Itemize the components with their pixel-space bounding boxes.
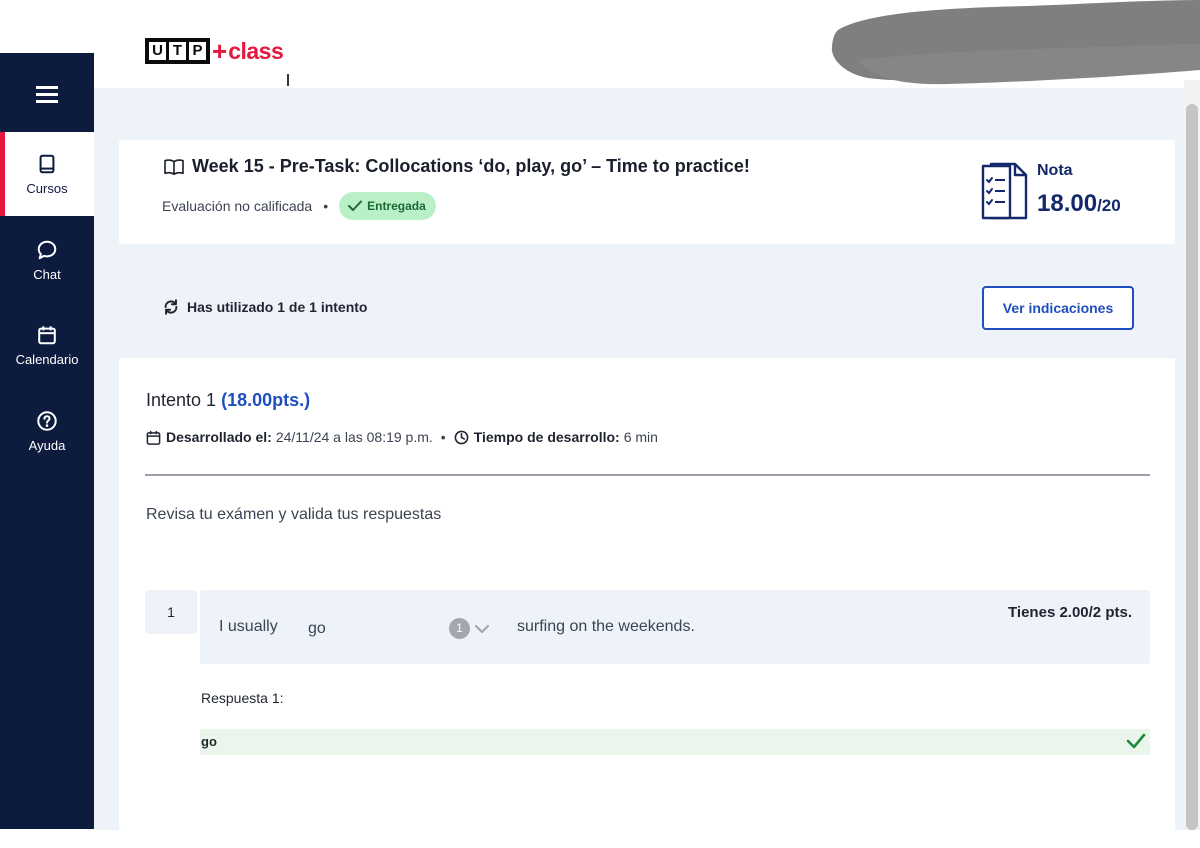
chevron-down-icon xyxy=(474,624,490,634)
help-circle-icon xyxy=(37,410,57,431)
sidebar-item-label: Chat xyxy=(33,266,61,282)
evaluation-type: Evaluación no calificada xyxy=(162,198,313,214)
scrollbar-thumb[interactable] xyxy=(1186,104,1198,830)
sidebar-item-label: Ayuda xyxy=(28,437,66,453)
open-book-icon xyxy=(164,158,184,175)
sidebar-item-cursos[interactable]: Cursos xyxy=(0,132,94,216)
attempt-label: Intento 1 xyxy=(146,390,217,410)
utp-class-logo[interactable]: U T P + class xyxy=(145,36,284,66)
top-header: U T P + class xyxy=(0,0,1200,85)
clock-icon xyxy=(454,430,469,444)
sidebar-item-ayuda[interactable]: Ayuda xyxy=(0,389,94,473)
attempt-review-card: Intento 1 (18.00pts.) Desarrollado el: 2… xyxy=(119,358,1175,830)
status-badge-label: Entregada xyxy=(367,199,426,213)
task-meta-row: Evaluación no calificada • Entregada xyxy=(162,192,436,220)
logo-letter-t: T xyxy=(169,42,186,60)
response-row: go xyxy=(200,729,1150,755)
logo-letter-u: U xyxy=(149,42,166,60)
status-badge: Entregada xyxy=(339,192,436,220)
grade-label: Nota xyxy=(1037,162,1073,179)
attempts-used-row: Has utilizado 1 de 1 intento xyxy=(162,298,367,316)
calendar-icon xyxy=(38,325,56,344)
task-header-card: Week 15 - Pre-Task: Collocations ‘do, pl… xyxy=(119,140,1175,244)
grade-value: 18.00/20 xyxy=(1037,190,1121,218)
refresh-icon xyxy=(164,299,178,315)
sidebar-item-chat[interactable]: Chat xyxy=(0,218,94,302)
review-message: Revisa tu exámen y valida tus respuestas xyxy=(146,506,442,523)
question-text-after: surfing on the weekends. xyxy=(517,618,695,635)
ver-indicaciones-button[interactable]: Ver indicaciones xyxy=(982,286,1134,330)
correct-check-icon xyxy=(1126,733,1146,749)
attempt-points: (18.00pts.) xyxy=(221,390,311,410)
page: U T P + class Cursos Chat Calendario Ayu… xyxy=(0,0,1200,848)
grade-score: 18.00 xyxy=(1037,190,1098,217)
header-divider-mark xyxy=(287,74,289,86)
redacted-user-area xyxy=(828,0,1200,86)
menu-hamburger-icon[interactable] xyxy=(36,86,58,103)
logo-class-text: class xyxy=(228,37,284,64)
details-separator-dot: • xyxy=(440,429,446,445)
duration-label: Tiempo de desarrollo: xyxy=(473,429,620,445)
response-value: go xyxy=(201,734,217,749)
graded-document-icon xyxy=(981,162,1028,220)
question-score: Tienes 2.00/2 pts. xyxy=(1008,604,1132,621)
blank-number-badge: 1 xyxy=(449,618,470,639)
meta-separator-dot: • xyxy=(323,198,329,214)
sidebar: Cursos Chat Calendario Ayuda xyxy=(0,53,94,829)
task-title-text: Week 15 - Pre-Task: Collocations ‘do, pl… xyxy=(192,156,750,176)
utp-logo-mark: U T P xyxy=(145,38,210,64)
response-label: Respuesta 1: xyxy=(201,690,284,706)
book-icon xyxy=(39,154,55,173)
calendar-small-icon xyxy=(146,430,161,445)
grade-max: /20 xyxy=(1097,196,1121,215)
logo-plus: + xyxy=(212,36,228,66)
logo-letter-p: P xyxy=(189,42,206,60)
task-title: Week 15 - Pre-Task: Collocations ‘do, pl… xyxy=(164,156,750,177)
sidebar-item-label: Calendario xyxy=(15,351,79,367)
question-selected-answer: go xyxy=(308,620,326,637)
duration-value: 6 min xyxy=(623,429,658,445)
section-divider xyxy=(145,474,1150,476)
check-icon xyxy=(348,200,363,211)
question-box: I usually go 1 surfing on the weekends. … xyxy=(200,590,1150,664)
developed-label: Desarrollado el: xyxy=(166,429,272,445)
question-text-before: I usually xyxy=(219,618,278,635)
sidebar-item-calendario[interactable]: Calendario xyxy=(0,303,94,387)
attempts-used-text: Has utilizado 1 de 1 intento xyxy=(187,299,368,315)
attempt-title: Intento 1 (18.00pts.) xyxy=(146,390,310,411)
question-number: 1 xyxy=(145,590,197,634)
attempt-details-row: Desarrollado el: 24/11/24 a las 08:19 p.… xyxy=(146,429,658,445)
chat-bubble-icon xyxy=(37,240,57,259)
developed-value: 24/11/24 a las 08:19 p.m. xyxy=(275,429,433,445)
sidebar-item-label: Cursos xyxy=(26,180,68,196)
page-scrollbar[interactable] xyxy=(1184,80,1200,830)
